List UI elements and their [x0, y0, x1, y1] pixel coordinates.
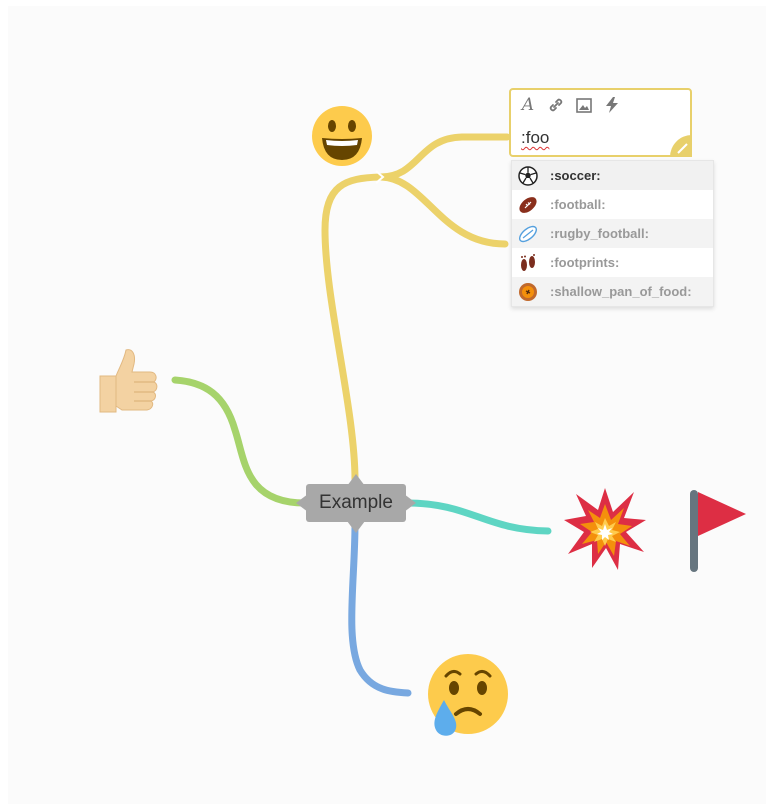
- red-flag-emoji[interactable]: [684, 486, 750, 574]
- smiley-emoji[interactable]: [310, 104, 374, 168]
- suggestion-label: :footprints:: [550, 255, 620, 270]
- soccer-ball-icon: [518, 165, 538, 186]
- footprints-icon: [518, 253, 538, 273]
- branch-teal[interactable]: [403, 499, 552, 535]
- root-node-bottom-handle[interactable]: [347, 521, 365, 533]
- thumbs-up-icon: [99, 349, 158, 413]
- root-node-top-handle[interactable]: [347, 474, 365, 486]
- american-football-icon: [518, 195, 538, 215]
- pencil-icon: [677, 143, 688, 154]
- suggestion-item-football[interactable]: :football:: [512, 190, 713, 219]
- branch-yellow-editor[interactable]: [376, 133, 511, 181]
- emoji-suggestion-list: :soccer: :football: :rugby_football: :fo…: [511, 160, 714, 307]
- lightning-icon[interactable]: [603, 96, 621, 114]
- suggestion-label: :soccer:: [550, 168, 601, 183]
- thumbs-up-emoji[interactable]: [94, 346, 160, 416]
- link-icon[interactable]: [547, 96, 565, 114]
- branch-blue[interactable]: [348, 520, 412, 697]
- suggestion-label: :rugby_football:: [550, 226, 649, 241]
- shallow-pan-icon: [518, 282, 538, 302]
- root-node-left-handle[interactable]: [296, 494, 308, 512]
- root-node[interactable]: Example: [306, 484, 406, 522]
- crying-face-icon: [428, 654, 508, 736]
- suggestion-item-rugby-football[interactable]: :rugby_football:: [512, 219, 713, 248]
- mindmap-canvas[interactable]: Example A :foo:soccer::football::rugb…: [0, 0, 770, 808]
- suggestion-item-footprints[interactable]: :footprints:: [512, 248, 713, 277]
- node-editor[interactable]: A :foo: [509, 88, 692, 157]
- suggestion-item-shallow-pan-of-food[interactable]: :shallow_pan_of_food:: [512, 277, 713, 306]
- font-style-icon[interactable]: A: [519, 95, 537, 115]
- image-icon[interactable]: [575, 96, 593, 114]
- root-node-right-handle[interactable]: [404, 494, 416, 512]
- rugby-ball-icon: [518, 224, 538, 244]
- collision-emoji[interactable]: [562, 486, 648, 572]
- smiley-face-icon: [312, 106, 372, 166]
- suggestion-label: :shallow_pan_of_food:: [550, 284, 692, 299]
- branch-yellow-trunk[interactable]: [321, 173, 384, 484]
- triangular-flag-icon: [690, 490, 746, 572]
- suggestion-item-soccer[interactable]: :soccer:: [512, 161, 713, 190]
- editor-resize-handle[interactable]: [670, 135, 692, 157]
- collision-icon: [564, 488, 646, 570]
- crying-face-emoji[interactable]: [420, 652, 510, 738]
- suggestion-label: :football:: [550, 197, 606, 212]
- branch-green[interactable]: [171, 376, 309, 507]
- branch-yellow-lower[interactable]: [376, 173, 509, 248]
- editor-toolbar: A: [519, 95, 621, 115]
- editor-text-input[interactable]: :foo: [521, 128, 549, 148]
- root-node-label: Example: [319, 492, 393, 513]
